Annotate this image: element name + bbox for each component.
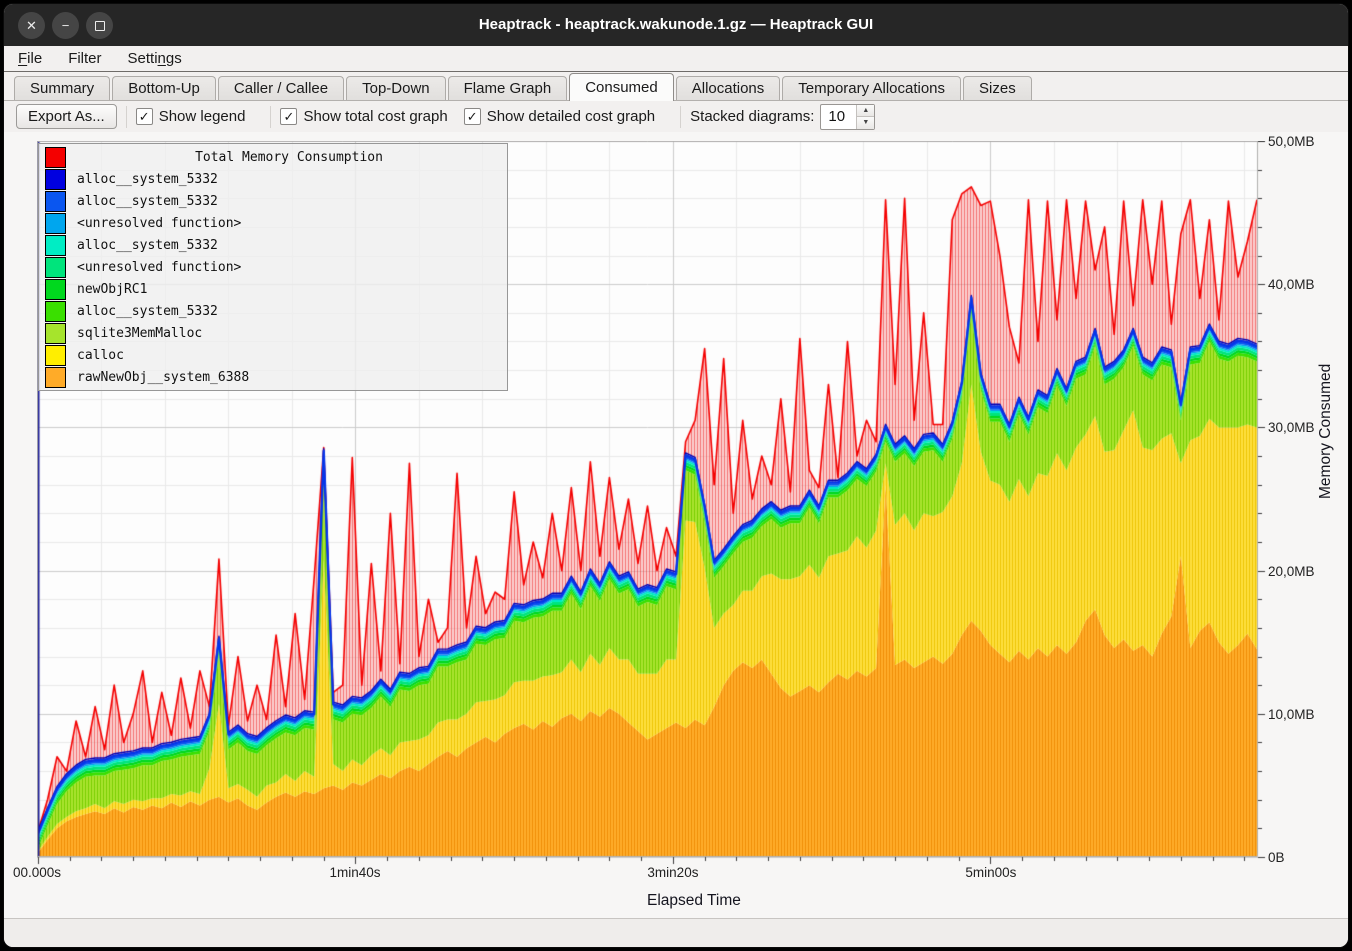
legend-entry: sqlite3MemMalloc (39, 322, 507, 344)
legend-swatch (45, 191, 66, 212)
checkbox-label: Show legend (159, 108, 246, 125)
spin-down-icon[interactable]: ▼ (857, 116, 874, 129)
tab-bar: SummaryBottom-UpCaller / CalleeTop-DownF… (4, 72, 1348, 101)
chart-legend: Total Memory Consumption alloc__system_53… (38, 143, 508, 391)
legend-entry: alloc__system_5332 (39, 190, 507, 212)
tab-allocations[interactable]: Allocations (676, 76, 781, 100)
x-tick-label: 5min00s (941, 865, 1041, 881)
legend-swatch (45, 257, 66, 278)
stacked-diagrams-spinbox[interactable]: 10 ▲ ▼ (820, 104, 875, 130)
window-title: Heaptrack - heaptrack.wakunode.1.gz — He… (4, 4, 1348, 46)
legend-entry: alloc__system_5332 (39, 168, 507, 190)
toolbar-separator (680, 106, 681, 128)
tab-bottom-up[interactable]: Bottom-Up (112, 76, 216, 100)
legend-swatch (45, 367, 66, 388)
tab-consumed[interactable]: Consumed (569, 73, 674, 101)
tab-sizes[interactable]: Sizes (963, 76, 1032, 100)
legend-swatch (45, 147, 66, 168)
legend-swatch (45, 323, 66, 344)
legend-entry: alloc__system_5332 (39, 300, 507, 322)
tab-flame-graph[interactable]: Flame Graph (448, 76, 568, 100)
checkbox-show-detailed-cost-graph[interactable]: ✓ Show detailed cost graph (464, 108, 655, 125)
y-tick-label: 50,0MB (1268, 133, 1342, 151)
tab-temporary-allocations[interactable]: Temporary Allocations (782, 76, 961, 100)
chart-area: Total Memory Consumption alloc__system_53… (4, 132, 1348, 918)
legend-swatch (45, 235, 66, 256)
legend-label: <unresolved function> (77, 260, 241, 275)
y-tick-label: 0B (1268, 849, 1342, 867)
checkmark-icon[interactable]: ✓ (280, 108, 297, 125)
checkbox-show-legend[interactable]: ✓ Show legend (136, 108, 246, 125)
stacked-diagrams-value[interactable]: 10 (821, 105, 856, 129)
legend-swatch (45, 345, 66, 366)
spin-up-icon[interactable]: ▲ (857, 105, 874, 117)
legend-label: alloc__system_5332 (77, 194, 218, 209)
legend-label: <unresolved function> (77, 216, 241, 231)
menu-file[interactable]: File (18, 50, 42, 67)
y-tick-label: 20,0MB (1268, 563, 1342, 581)
x-tick-label: 00.000s (4, 865, 87, 881)
legend-label: sqlite3MemMalloc (77, 326, 202, 341)
x-tick-label: 1min40s (305, 865, 405, 881)
y-tick-label: 10,0MB (1268, 706, 1342, 724)
titlebar: ✕ − Heaptrack - heaptrack.wakunode.1.gz … (4, 4, 1348, 46)
checkbox-show-total-cost-graph[interactable]: ✓ Show total cost graph (280, 108, 447, 125)
legend-swatch (45, 301, 66, 322)
legend-title: Total Memory Consumption (77, 150, 501, 165)
checkbox-label: Show detailed cost graph (487, 108, 655, 125)
checkbox-label: Show total cost graph (303, 108, 447, 125)
legend-label: newObjRC1 (77, 282, 147, 297)
legend-label: alloc__system_5332 (77, 238, 218, 253)
toolbar-separator (270, 106, 271, 128)
tab-summary[interactable]: Summary (14, 76, 110, 100)
legend-entry: rawNewObj__system_6388 (39, 366, 507, 388)
legend-swatch (45, 169, 66, 190)
x-tick-label: 3min20s (623, 865, 723, 881)
legend-label: alloc__system_5332 (77, 172, 218, 187)
legend-entry: <unresolved function> (39, 212, 507, 234)
menu-bar: File Filter Settings (4, 46, 1348, 72)
checkmark-icon[interactable]: ✓ (464, 108, 481, 125)
legend-entry: <unresolved function> (39, 256, 507, 278)
legend-entry: alloc__system_5332 (39, 234, 507, 256)
app-window: ✕ − Heaptrack - heaptrack.wakunode.1.gz … (4, 4, 1348, 947)
toolbar-separator (126, 106, 127, 128)
legend-label: rawNewObj__system_6388 (77, 370, 249, 385)
legend-swatch (45, 279, 66, 300)
legend-swatch (45, 213, 66, 234)
menu-filter[interactable]: Filter (68, 50, 101, 67)
toolbar: Export As... ✓ Show legend ✓ Show total cos… (4, 101, 1348, 132)
legend-label: calloc (77, 348, 124, 363)
legend-label: alloc__system_5332 (77, 304, 218, 319)
legend-entry: Total Memory Consumption (39, 146, 507, 168)
legend-entry: newObjRC1 (39, 278, 507, 300)
bottom-strip (4, 918, 1348, 947)
checkmark-icon[interactable]: ✓ (136, 108, 153, 125)
y-tick-label: 40,0MB (1268, 276, 1342, 294)
tab-top-down[interactable]: Top-Down (346, 76, 446, 100)
stacked-diagrams-label: Stacked diagrams: (690, 108, 814, 125)
export-as-button[interactable]: Export As... (16, 104, 117, 129)
legend-entry: calloc (39, 344, 507, 366)
tab-caller-callee[interactable]: Caller / Callee (218, 76, 344, 100)
menu-settings[interactable]: Settings (128, 50, 182, 67)
